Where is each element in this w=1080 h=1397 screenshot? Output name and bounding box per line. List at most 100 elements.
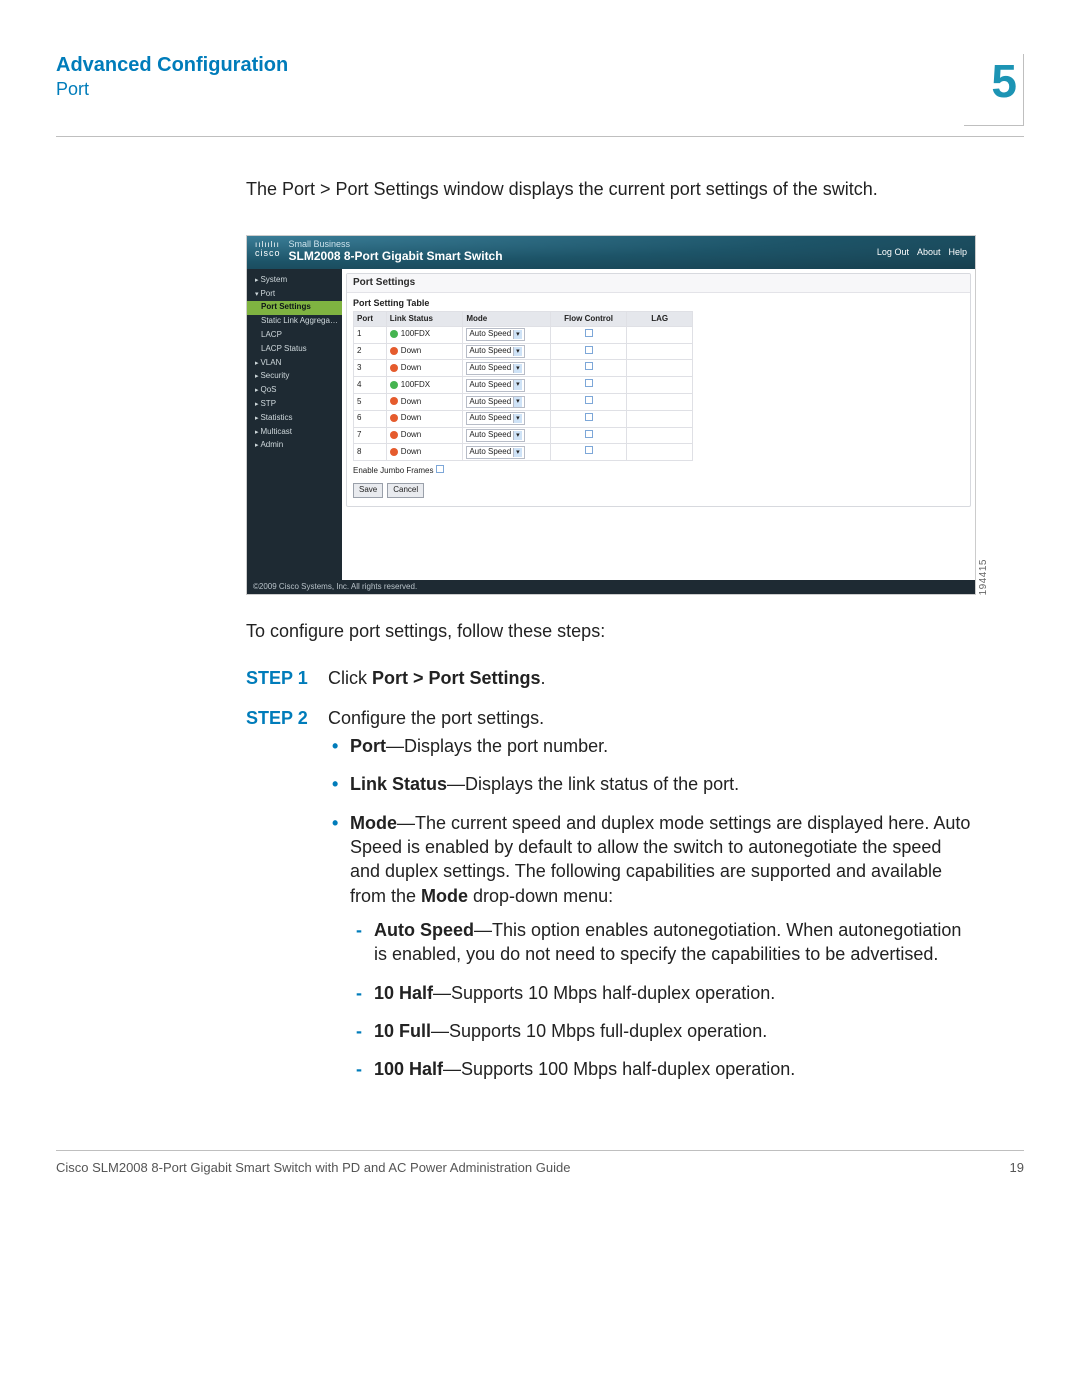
app-header: ıılıılıı cisco Small Business SLM2008 8-…	[247, 236, 975, 269]
table-row: 3DownAuto Speed▾	[354, 360, 693, 377]
page-header: Advanced Configuration Port 5	[56, 54, 1024, 126]
flow-control-checkbox[interactable]	[585, 379, 593, 387]
steps-block: STEP 1 Click Port > Port Settings. STEP …	[246, 666, 976, 1096]
jumbo-frames-checkbox[interactable]	[436, 465, 444, 473]
column-header: Flow Control	[550, 312, 627, 327]
cancel-button[interactable]: Cancel	[387, 483, 424, 498]
status-down-icon	[390, 347, 398, 355]
cell-flow-control	[550, 360, 627, 377]
cell-flow-control	[550, 326, 627, 343]
nav-item[interactable]: Port	[247, 287, 342, 301]
nav-item[interactable]: QoS	[247, 384, 342, 398]
cell-port: 3	[354, 360, 387, 377]
list-item: Auto Speed—This option enables autonegot…	[350, 918, 976, 967]
cell-link-status: Down	[386, 427, 463, 444]
cell-mode: Auto Speed▾	[463, 410, 550, 427]
list-item: 10 Full—Supports 10 Mbps full-duplex ope…	[350, 1019, 976, 1043]
cell-port: 7	[354, 427, 387, 444]
nav-item[interactable]: LACP Status	[247, 342, 342, 356]
mode-dropdown[interactable]: Auto Speed▾	[466, 412, 524, 425]
flow-control-checkbox[interactable]	[585, 329, 593, 337]
table-row: 2DownAuto Speed▾	[354, 343, 693, 360]
screenshot: ıılıılıı cisco Small Business SLM2008 8-…	[246, 235, 976, 595]
flow-control-checkbox[interactable]	[585, 346, 593, 354]
cell-link-status: Down	[386, 444, 463, 461]
cell-link-status: Down	[386, 360, 463, 377]
nav-item[interactable]: VLAN	[247, 356, 342, 370]
column-header: Port	[354, 312, 387, 327]
mode-dropdown[interactable]: Auto Speed▾	[466, 429, 524, 442]
mode-dropdown[interactable]: Auto Speed▾	[466, 345, 524, 358]
nav-item[interactable]: Admin	[247, 439, 342, 453]
cell-port: 2	[354, 343, 387, 360]
screenshot-figure: ıılıılıı cisco Small Business SLM2008 8-…	[246, 235, 976, 595]
chevron-down-icon: ▾	[513, 380, 522, 389]
cell-flow-control	[550, 343, 627, 360]
level1-bullets: Port—Displays the port number.Link Statu…	[328, 734, 976, 1081]
table-row: 7DownAuto Speed▾	[354, 427, 693, 444]
jumbo-frames-label: Enable Jumbo Frames	[353, 466, 433, 475]
flow-control-checkbox[interactable]	[585, 413, 593, 421]
header-rule	[56, 136, 1024, 137]
after-image-paragraph: To configure port settings, follow these…	[246, 619, 976, 643]
status-down-icon	[390, 448, 398, 456]
cell-port: 6	[354, 410, 387, 427]
status-up-icon	[390, 381, 398, 389]
cell-lag	[627, 377, 693, 394]
doc-title-footer: Cisco SLM2008 8-Port Gigabit Smart Switc…	[56, 1160, 570, 1175]
mode-dropdown[interactable]: Auto Speed▾	[466, 446, 524, 459]
list-item: Mode—The current speed and duplex mode s…	[328, 811, 976, 1082]
step-2-label: STEP 2	[246, 706, 316, 1096]
cell-lag	[627, 444, 693, 461]
chevron-down-icon: ▾	[513, 414, 522, 423]
logout-link[interactable]: Log Out	[877, 246, 909, 258]
help-link[interactable]: Help	[948, 246, 967, 258]
column-header: Link Status	[386, 312, 463, 327]
mode-dropdown[interactable]: Auto Speed▾	[466, 396, 524, 409]
nav-item[interactable]: Port Settings	[247, 301, 342, 315]
cell-port: 5	[354, 394, 387, 411]
nav-item[interactable]: Multicast	[247, 425, 342, 439]
list-item: 100 Half—Supports 100 Mbps half-duplex o…	[350, 1057, 976, 1081]
step-2: STEP 2 Configure the port settings. Port…	[246, 706, 976, 1096]
port-settings-panel: Port Settings Port Setting Table PortLin…	[346, 273, 971, 506]
cell-mode: Auto Speed▾	[463, 377, 550, 394]
cisco-logo: ıılıılıı cisco	[255, 241, 281, 258]
nav-item[interactable]: STP	[247, 398, 342, 412]
cell-port: 4	[354, 377, 387, 394]
flow-control-checkbox[interactable]	[585, 362, 593, 370]
mode-dropdown[interactable]: Auto Speed▾	[466, 328, 524, 341]
chevron-down-icon: ▾	[513, 347, 522, 356]
cell-port: 1	[354, 326, 387, 343]
flow-control-checkbox[interactable]	[585, 396, 593, 404]
nav-item[interactable]: LACP	[247, 329, 342, 343]
cell-mode: Auto Speed▾	[463, 444, 550, 461]
status-down-icon	[390, 431, 398, 439]
table-row: 6DownAuto Speed▾	[354, 410, 693, 427]
cell-lag	[627, 360, 693, 377]
cell-flow-control	[550, 444, 627, 461]
nav-item[interactable]: Security	[247, 370, 342, 384]
step-1: STEP 1 Click Port > Port Settings.	[246, 666, 976, 690]
mode-dropdown[interactable]: Auto Speed▾	[466, 362, 524, 375]
nav-item[interactable]: System	[247, 273, 342, 287]
cell-flow-control	[550, 427, 627, 444]
nav-item[interactable]: Static Link Aggregation	[247, 315, 342, 329]
cell-link-status: 100FDX	[386, 326, 463, 343]
page-number: 19	[1010, 1160, 1024, 1175]
save-button[interactable]: Save	[353, 483, 383, 498]
mode-dropdown[interactable]: Auto Speed▾	[466, 379, 524, 392]
flow-control-checkbox[interactable]	[585, 430, 593, 438]
cell-link-status: Down	[386, 410, 463, 427]
chevron-down-icon: ▾	[513, 431, 522, 440]
status-up-icon	[390, 330, 398, 338]
table-row: 8DownAuto Speed▾	[354, 444, 693, 461]
cell-link-status: Down	[386, 343, 463, 360]
about-link[interactable]: About	[917, 246, 941, 258]
flow-control-checkbox[interactable]	[585, 446, 593, 454]
list-item: Link Status—Displays the link status of …	[328, 772, 976, 796]
content-column: The Port > Port Settings window displays…	[246, 177, 976, 1095]
cell-flow-control	[550, 377, 627, 394]
table-row: 4100FDXAuto Speed▾	[354, 377, 693, 394]
nav-item[interactable]: Statistics	[247, 411, 342, 425]
